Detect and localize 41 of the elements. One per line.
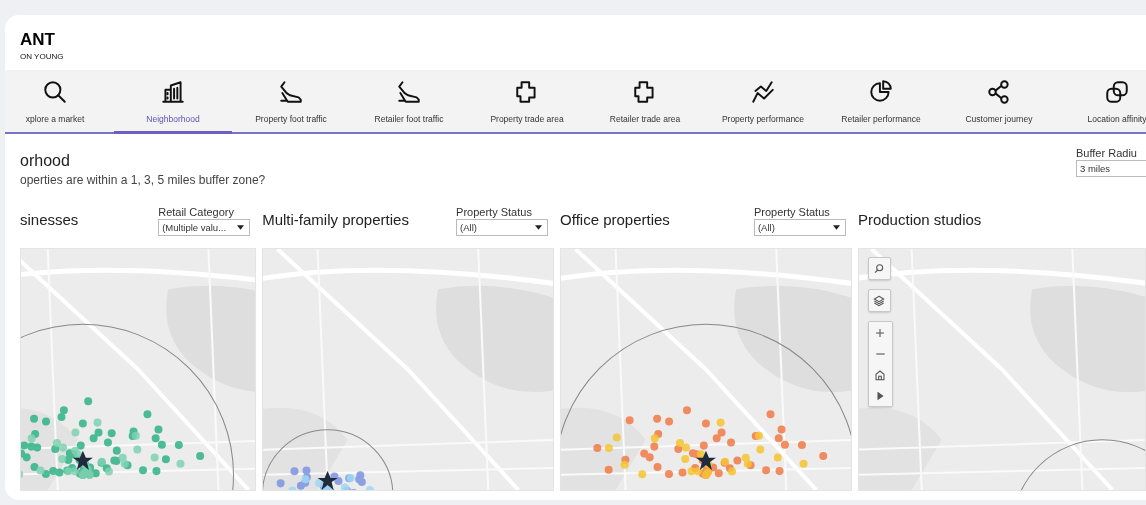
- nav-tab[interactable]: Property trade area: [468, 70, 586, 134]
- filter-label: Property Status: [456, 206, 533, 218]
- caret-icon: [237, 225, 245, 230]
- panel-title: Production studios: [857, 211, 982, 230]
- nav-tab[interactable]: Property performance: [704, 70, 822, 134]
- shoe-icon: [278, 79, 304, 105]
- linked-squares-icon: [1104, 79, 1130, 105]
- nav-tab[interactable]: Retailer foot traffic: [350, 70, 468, 134]
- trend-line-icon: [750, 79, 776, 105]
- nav-tab[interactable]: Property foot traffic: [232, 70, 350, 134]
- minus-icon: [875, 352, 885, 355]
- panel-title: sinesses: [20, 211, 80, 230]
- nav-tab[interactable]: Neighborhood: [114, 70, 232, 134]
- logo: ANT: [20, 31, 55, 48]
- caret-icon: [535, 225, 543, 230]
- nav-tab[interactable]: xplore a market: [5, 70, 114, 134]
- panel-title: Office properties: [560, 211, 670, 230]
- filter-label: Property Status: [753, 206, 831, 218]
- logo-subtitle: ON YOUNG: [20, 52, 64, 61]
- dropdown[interactable]: (All): [753, 219, 846, 236]
- search-icon: [42, 79, 68, 105]
- pie-chart-icon: [868, 79, 894, 105]
- panel-title: Multi-family properties: [262, 211, 409, 230]
- page-subtitle: operties are within a 1, 3, 5 miles buffer zone?: [20, 173, 266, 187]
- buildings-icon: [160, 79, 186, 105]
- caret-icon: [832, 225, 840, 230]
- nav-tab[interactable]: Customer journey: [940, 70, 1058, 134]
- nav-tab[interactable]: Retailer performance: [822, 70, 940, 134]
- dropdown[interactable]: 3 miles: [1076, 160, 1146, 177]
- share-icon: [986, 79, 1012, 105]
- filter-label: Buffer Radiu: [1076, 147, 1138, 159]
- shoe-icon: [396, 79, 422, 105]
- layers-button[interactable]: [867, 289, 891, 312]
- dropdown[interactable]: (Multiple valu...: [158, 219, 251, 236]
- search-button[interactable]: [867, 257, 891, 280]
- play-button[interactable]: [868, 385, 892, 406]
- nav-tab[interactable]: Location affinity: [1058, 70, 1146, 134]
- filter-label: Retail Category: [158, 206, 235, 218]
- nav-tab[interactable]: Retailer trade area: [586, 70, 704, 134]
- dropdown[interactable]: (All): [456, 219, 549, 236]
- page-title: orhood: [20, 152, 71, 170]
